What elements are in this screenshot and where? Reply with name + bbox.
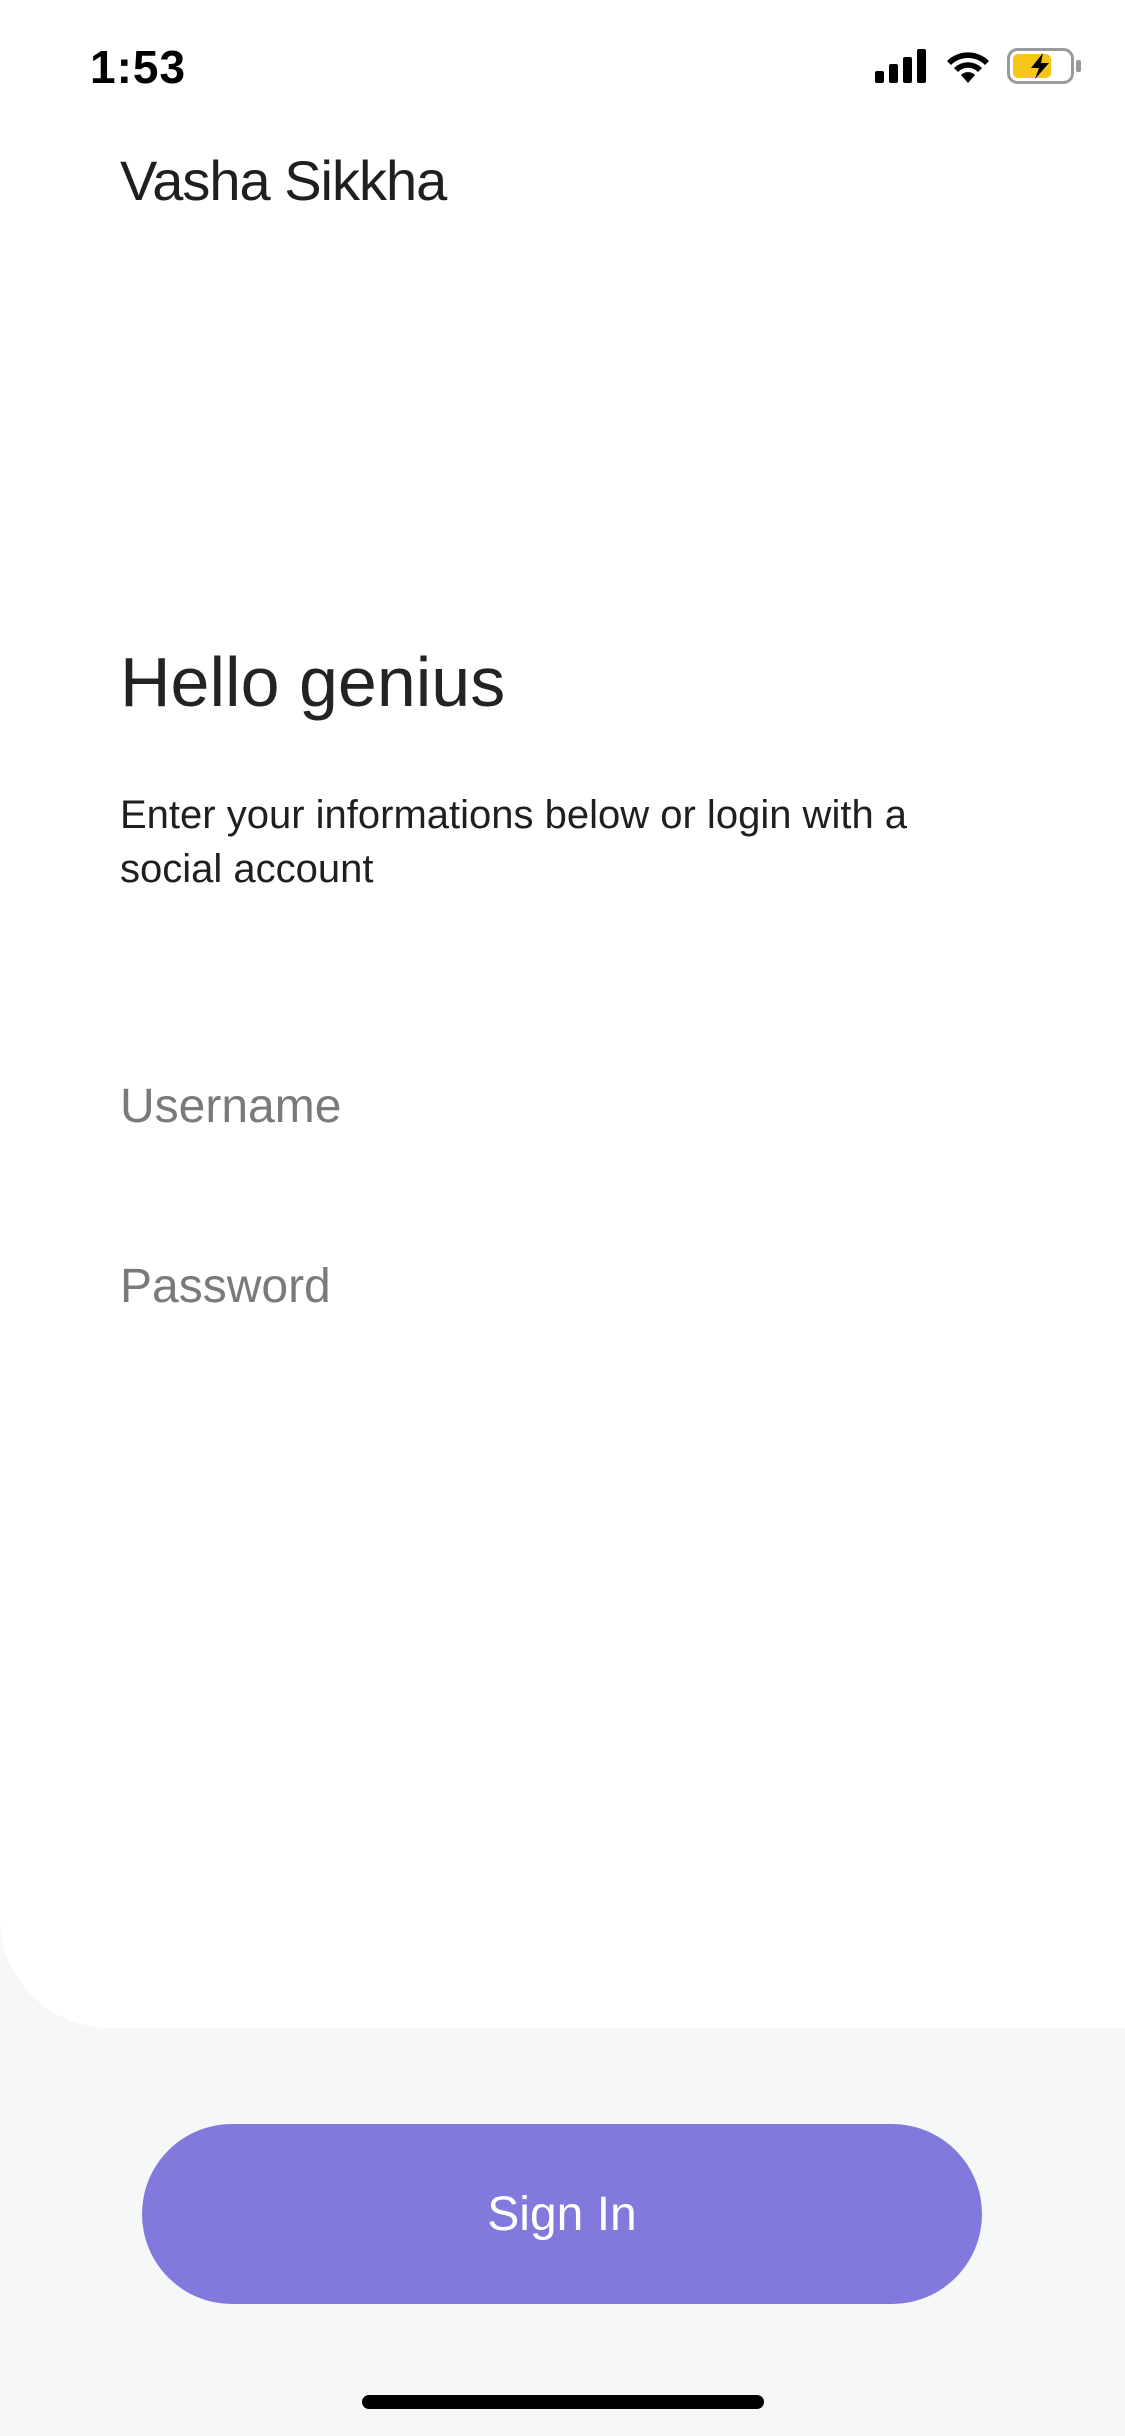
battery-charging-icon <box>1007 48 1081 84</box>
sign-in-button[interactable]: Sign In <box>142 2124 982 2304</box>
status-icons <box>875 48 1083 84</box>
app-brand-logo: Vasha Sikkha <box>120 149 447 212</box>
status-time: 1:53 <box>90 41 187 93</box>
home-indicator <box>362 2395 764 2409</box>
username-field[interactable] <box>120 1066 1000 1146</box>
page-title: Hello genius <box>120 643 506 721</box>
page-subtitle: Enter your informations below or login w… <box>120 793 908 891</box>
password-field[interactable] <box>120 1246 1000 1326</box>
signal-icon <box>875 49 926 83</box>
login-card <box>0 0 1125 2028</box>
wifi-icon <box>947 52 989 83</box>
login-screen: 1:53 Vasha Sikkha Hello genius Enter you… <box>0 0 1125 2436</box>
